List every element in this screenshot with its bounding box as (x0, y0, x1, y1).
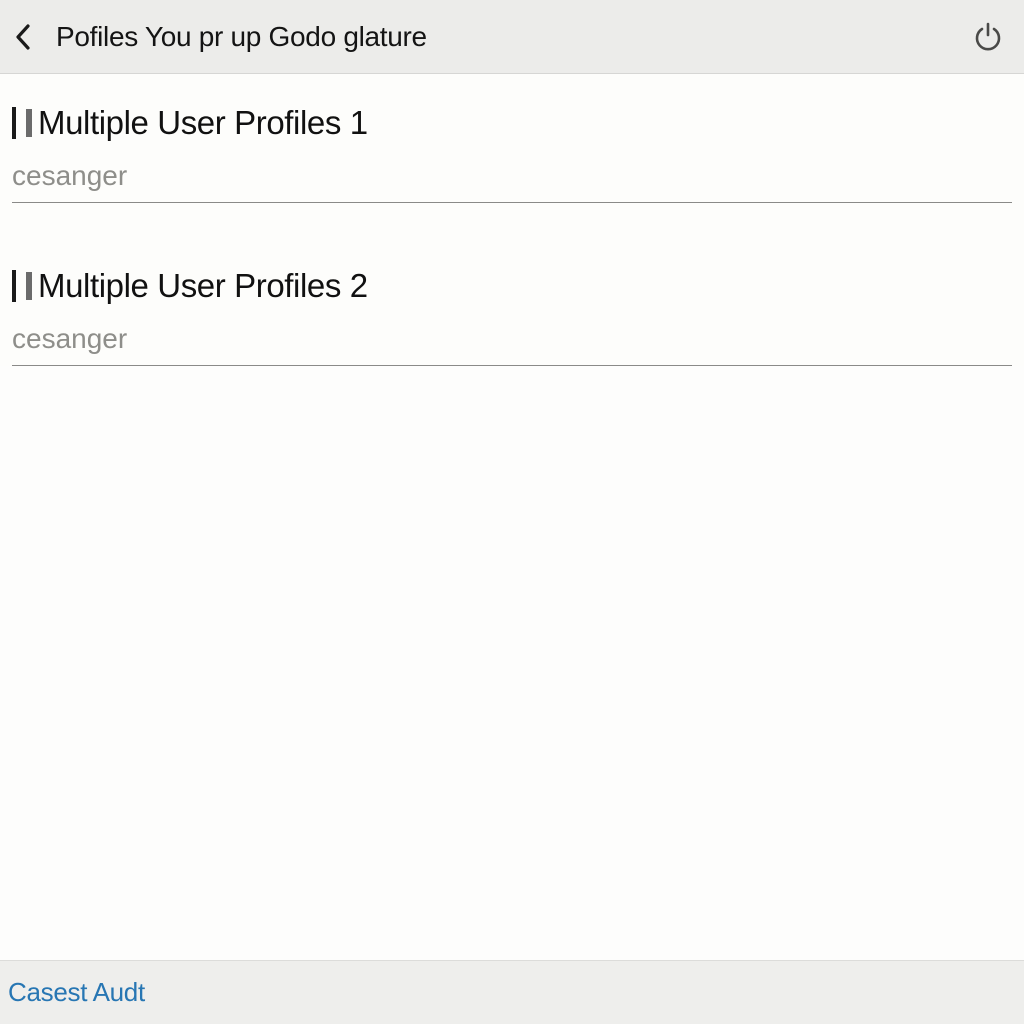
profile-title-row: Multiple User Profiles 2 (12, 257, 1012, 309)
power-icon (971, 20, 1005, 54)
header-bar: Pofiles You pr up Godo glature (0, 0, 1024, 74)
title-marker-icon (12, 107, 16, 139)
power-button[interactable] (966, 15, 1010, 59)
page-title: Pofiles You pr up Godo glature (44, 21, 966, 53)
block-gap (0, 203, 1024, 257)
profile-block-1: Multiple User Profiles 1 (0, 94, 1024, 203)
chevron-left-icon (14, 23, 34, 51)
footer-bar: Casest Audt (0, 960, 1024, 1024)
profile-input-1[interactable] (12, 146, 1012, 203)
profile-title: Multiple User Profiles 1 (38, 104, 368, 142)
back-button[interactable] (4, 17, 44, 57)
profile-title: Multiple User Profiles 2 (38, 267, 368, 305)
content-area: Multiple User Profiles 1 Multiple User P… (0, 74, 1024, 366)
title-marker-icon (26, 109, 32, 137)
profile-title-row: Multiple User Profiles 1 (12, 94, 1012, 146)
title-marker-icon (12, 270, 16, 302)
footer-link[interactable]: Casest Audt (8, 977, 145, 1008)
profile-block-2: Multiple User Profiles 2 (0, 257, 1024, 366)
title-marker-icon (26, 272, 32, 300)
profile-input-2[interactable] (12, 309, 1012, 366)
